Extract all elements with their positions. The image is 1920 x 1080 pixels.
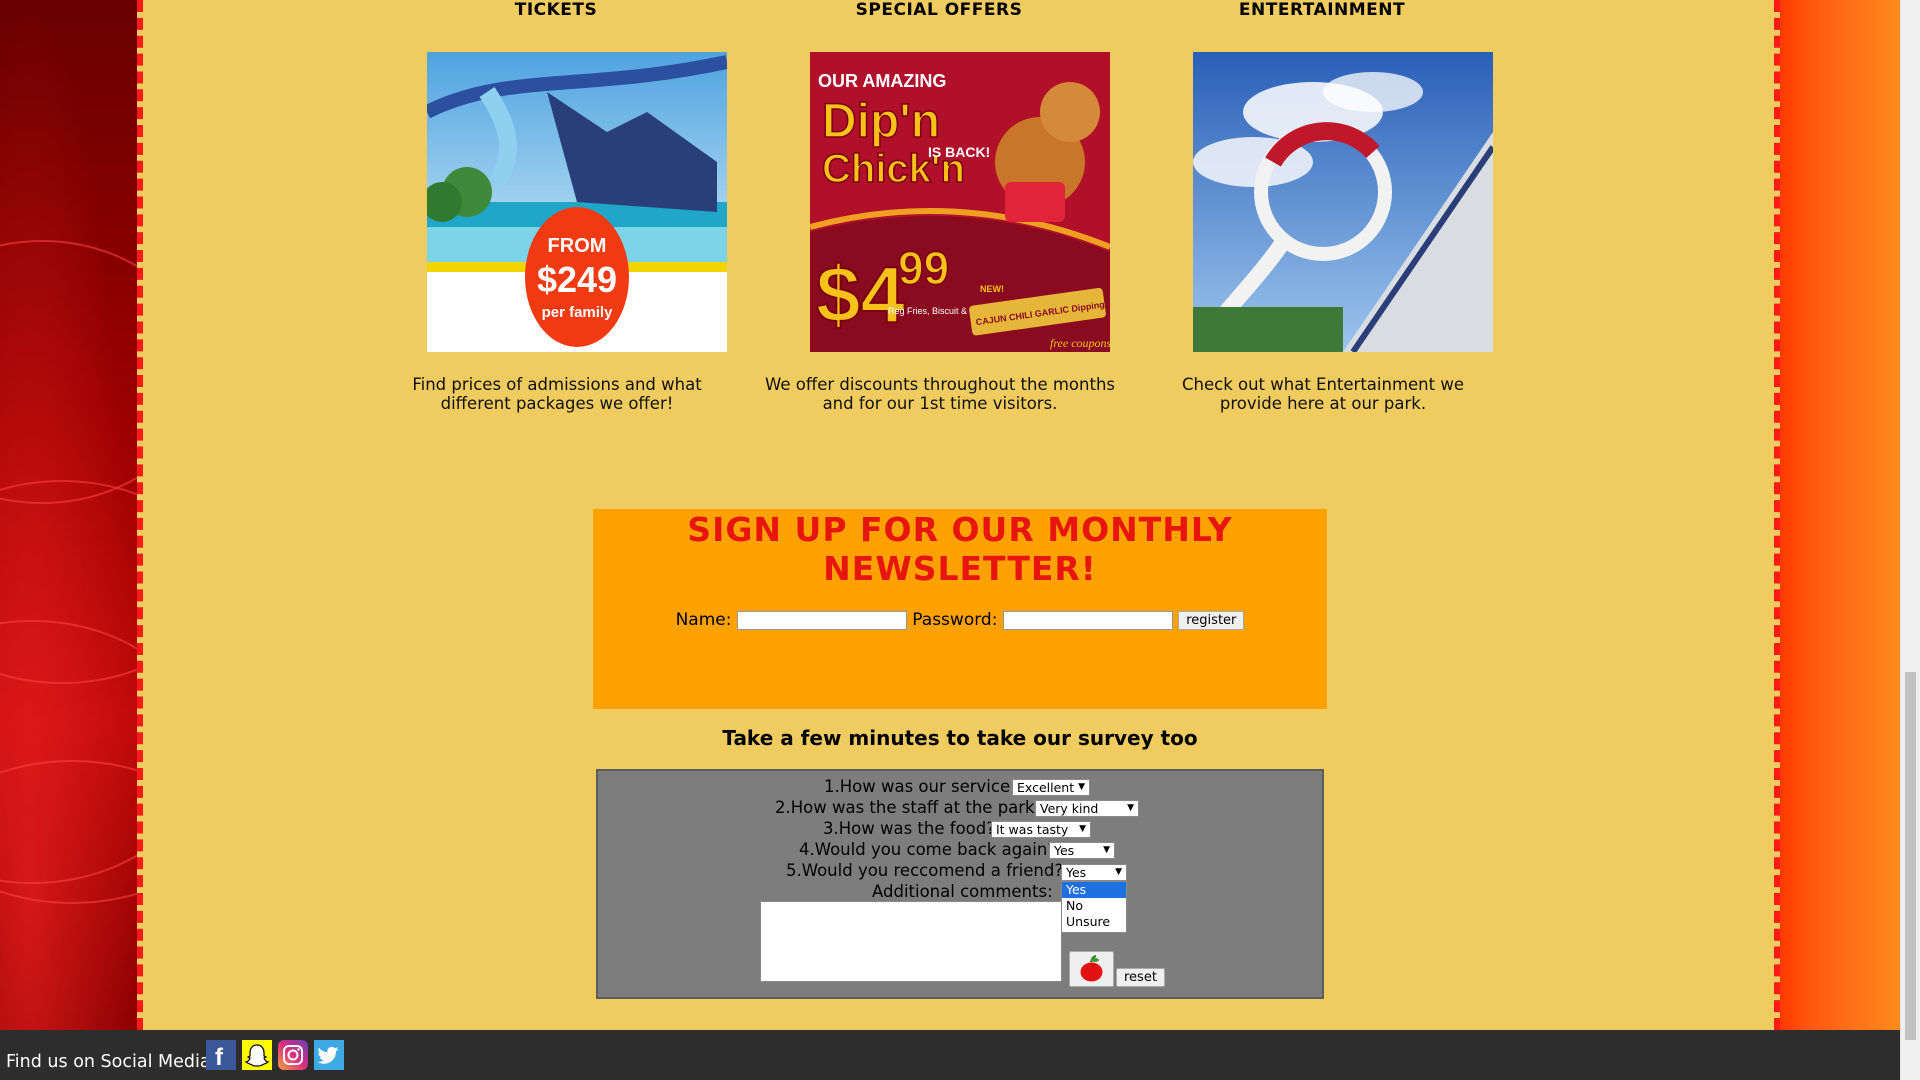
special-offers-column: SPECIAL OFFERS	[759, 0, 1119, 20]
facebook-icon[interactable]: f	[206, 1040, 236, 1071]
twitter-icon[interactable]	[314, 1040, 344, 1070]
social-label: Find us on Social Media:	[6, 1052, 217, 1072]
name-label: Name:	[675, 610, 732, 630]
recommend-select[interactable]: Yes ▼	[1061, 864, 1127, 881]
newsletter-title: SIGN UP FOR OUR MONTHLY NEWSLETTER!	[687, 510, 1233, 588]
comments-textarea[interactable]	[760, 901, 1062, 982]
recommend-dropdown-list[interactable]: Yes No Unsure	[1061, 881, 1127, 933]
dropdown-option[interactable]: Yes	[1062, 882, 1126, 898]
left-background-decoration	[0, 0, 140, 1030]
swirl-decoration	[0, 240, 140, 504]
newsletter-form: Name: Password: register	[593, 610, 1327, 630]
password-label: Password:	[912, 610, 998, 630]
entertainment-image[interactable]	[1193, 52, 1493, 352]
instagram-icon[interactable]	[278, 1040, 308, 1070]
scrollbar-thumb[interactable]	[1905, 672, 1916, 1040]
footer: Find us on Social Media: f	[0, 1030, 1900, 1080]
chevron-down-icon: ▼	[1079, 824, 1086, 834]
chevron-down-icon: ▼	[1115, 867, 1122, 877]
section-title: ENTERTAINMENT	[1238, 0, 1406, 20]
register-button[interactable]: register	[1178, 610, 1245, 630]
entertainment-description: Check out what Entertainment we provide …	[1182, 375, 1464, 413]
question-label: 4.Would you come back again?	[799, 840, 1057, 859]
service-select[interactable]: Excellent ▼	[1012, 779, 1090, 796]
chevron-down-icon: ▼	[1127, 803, 1134, 813]
chevron-down-icon: ▼	[1103, 845, 1110, 855]
promo-top: OUR AMAZING	[818, 71, 946, 91]
survey-title: Take a few minutes to take our survey to…	[722, 726, 1198, 750]
question-label: 1.How was our service	[824, 777, 1011, 796]
promo-cents: 99	[898, 242, 949, 294]
submit-apple-button[interactable]	[1069, 951, 1114, 987]
promo-from: FROM	[548, 235, 607, 257]
promo-price: $249	[537, 259, 617, 300]
swirl-decoration	[0, 760, 140, 904]
promo-per-family: per family	[542, 304, 614, 321]
apple-icon	[1080, 955, 1103, 982]
promo-new: NEW!	[980, 284, 1004, 294]
promo-coupons: free coupons	[1050, 336, 1110, 350]
question-label: 3.How was the food?	[823, 819, 995, 838]
section-title: TICKETS	[514, 0, 598, 20]
snapchat-icon[interactable]	[242, 1040, 272, 1070]
svg-text:f: f	[215, 1044, 224, 1070]
tickets-column: TICKETS	[376, 0, 736, 20]
special-offers-image[interactable]: OUR AMAZING Dip'n Chick'n IS BACK! $4 99…	[810, 52, 1110, 352]
section-title: SPECIAL OFFERS	[855, 0, 1023, 20]
entertainment-column: ENTERTAINMENT	[1142, 0, 1502, 20]
question-label: 2.How was the staff at the park	[775, 798, 1035, 817]
page-scrollbar[interactable]	[1900, 0, 1920, 1080]
food-select[interactable]: It was tasty ▼	[991, 821, 1091, 838]
chevron-down-icon: ▼	[1078, 782, 1085, 792]
password-input[interactable]	[1002, 610, 1173, 630]
promo-dip: Dip'n	[822, 95, 940, 148]
comments-label: Additional comments:	[872, 882, 1053, 901]
promo-price: $4	[816, 250, 905, 339]
tickets-image[interactable]: FROM $249 per family	[427, 52, 727, 352]
newsletter-panel: SIGN UP FOR OUR MONTHLY NEWSLETTER! Name…	[593, 509, 1327, 709]
name-input[interactable]	[736, 610, 907, 630]
dropdown-option[interactable]: No	[1062, 898, 1126, 914]
staff-select[interactable]: Very kind ▼	[1035, 800, 1139, 817]
dropdown-option[interactable]: Unsure	[1062, 914, 1126, 930]
reset-button[interactable]: reset	[1116, 968, 1165, 987]
promo-back: IS BACK!	[928, 144, 990, 160]
question-label: 5.Would you reccomend a friend?	[786, 861, 1064, 880]
special-offers-description: We offer discounts throughout the months…	[765, 375, 1116, 413]
right-background-decoration	[1780, 0, 1900, 1030]
come-back-select[interactable]: Yes ▼	[1049, 842, 1115, 859]
tickets-description: Find prices of admissions and what diffe…	[412, 375, 702, 413]
